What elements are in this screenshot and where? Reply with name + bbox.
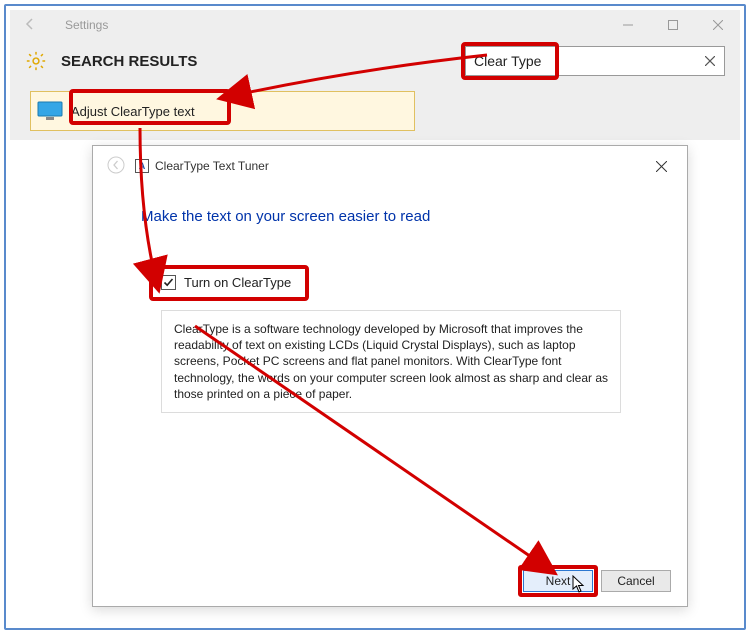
dialog-titlebar: A ClearType Text Tuner	[93, 146, 687, 186]
dialog-button-row: Next Cancel	[523, 570, 671, 592]
search-input[interactable]	[472, 52, 702, 70]
dialog-close-button[interactable]	[639, 151, 683, 181]
dialog-title: ClearType Text Tuner	[155, 159, 639, 173]
search-result-item[interactable]: Adjust ClearType text	[30, 91, 415, 131]
search-result-label: Adjust ClearType text	[71, 104, 195, 119]
cursor-icon	[572, 575, 586, 596]
close-button[interactable]	[695, 10, 740, 40]
settings-window: Settings SEARCH RESULTS	[10, 10, 740, 140]
cleartype-dialog: A ClearType Text Tuner Make the text on …	[92, 145, 688, 607]
back-icon[interactable]	[20, 17, 40, 34]
header-row: SEARCH RESULTS	[10, 40, 740, 86]
monitor-icon	[37, 101, 63, 121]
checkbox-icon[interactable]	[161, 275, 176, 290]
gear-icon	[25, 50, 47, 72]
window-title: Settings	[40, 18, 108, 32]
description-text: ClearType is a software technology devel…	[161, 310, 621, 413]
checkbox-label: Turn on ClearType	[184, 275, 291, 290]
clear-search-icon[interactable]	[702, 53, 718, 69]
minimize-button[interactable]	[605, 10, 650, 40]
maximize-button[interactable]	[650, 10, 695, 40]
cancel-button-label: Cancel	[617, 574, 654, 588]
next-button-label: Next	[546, 574, 571, 588]
back-icon[interactable]	[107, 156, 125, 177]
page-title: SEARCH RESULTS	[61, 53, 465, 70]
titlebar: Settings	[10, 10, 740, 40]
app-icon: A	[135, 159, 149, 173]
next-button[interactable]: Next	[523, 570, 593, 592]
cancel-button[interactable]: Cancel	[601, 570, 671, 592]
search-box[interactable]	[465, 46, 725, 76]
dialog-body: Make the text on your screen easier to r…	[93, 186, 687, 413]
dialog-heading: Make the text on your screen easier to r…	[141, 208, 639, 225]
turn-on-cleartype-checkbox[interactable]: Turn on ClearType	[141, 275, 639, 290]
